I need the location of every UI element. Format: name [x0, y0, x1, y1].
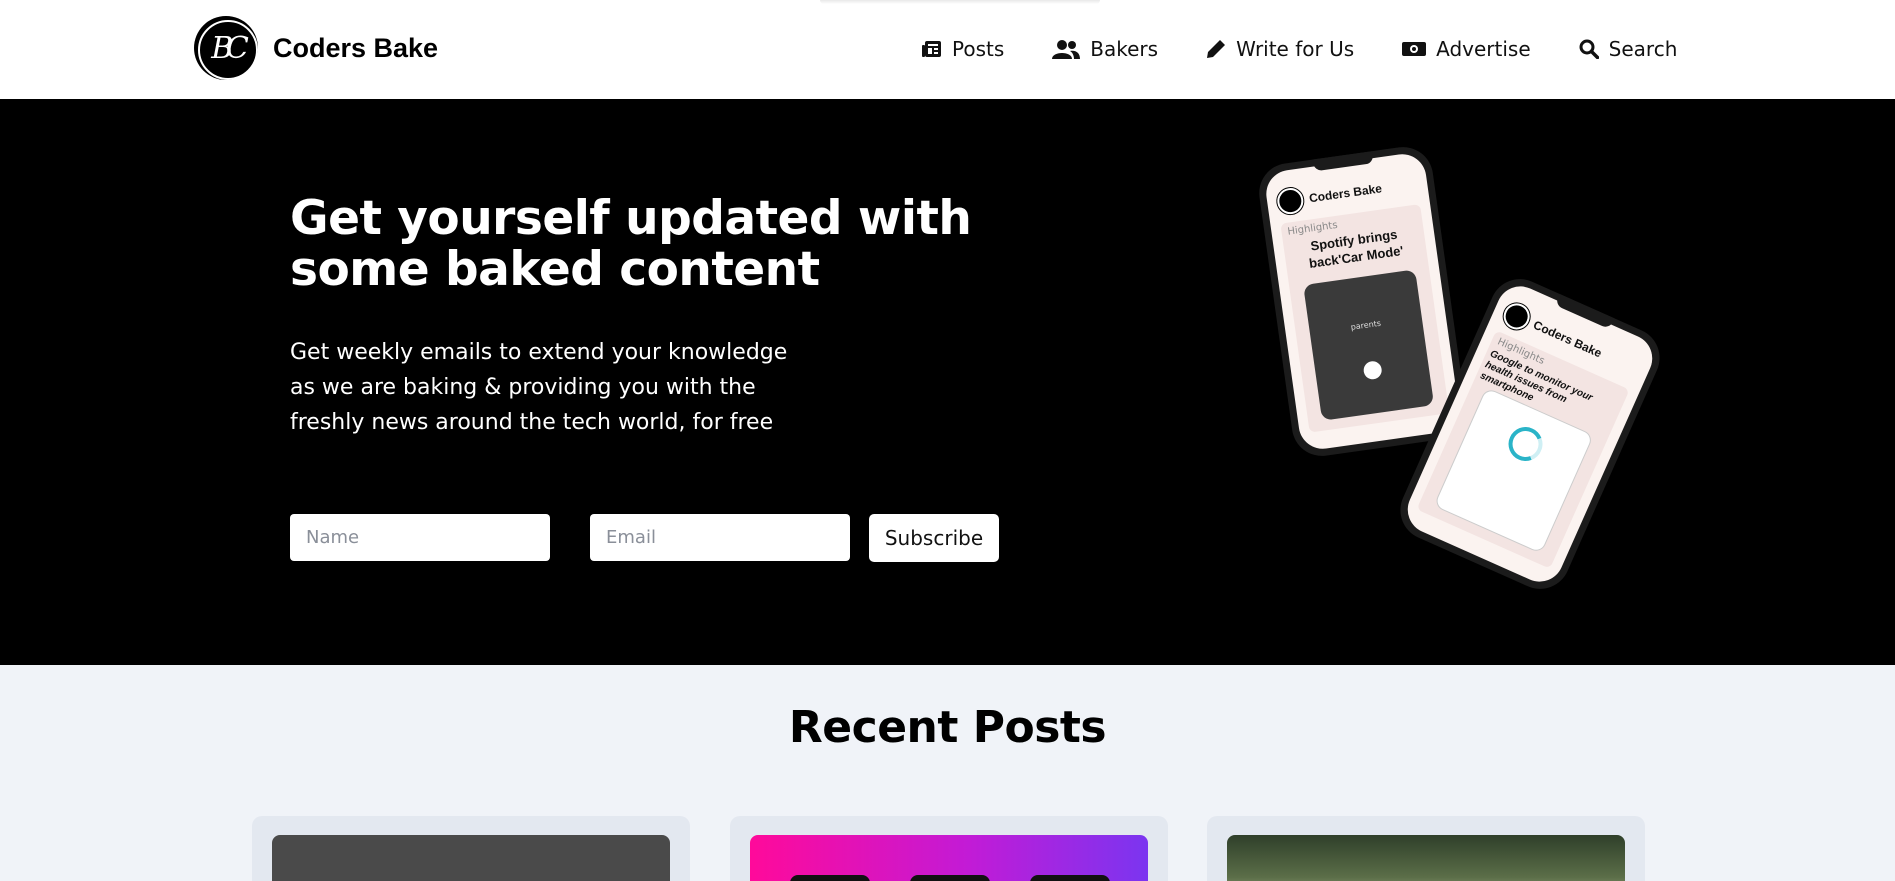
progress-ring-icon [1503, 421, 1548, 467]
nav-label: Bakers [1090, 37, 1159, 61]
newspaper-icon [922, 41, 941, 57]
phone-brand: Coders Bake [1274, 175, 1384, 217]
post-thumbnail [750, 835, 1148, 881]
main-nav: Posts Bakers Write for Us Advertise Sear… [922, 34, 1677, 64]
header-highlight [820, 0, 1100, 4]
money-bill-icon [1402, 42, 1427, 56]
nav-label: Posts [952, 37, 1005, 61]
post-card[interactable] [730, 816, 1168, 881]
thumbnail-phone-image [790, 875, 870, 881]
phone-logo-icon [1498, 297, 1536, 335]
phone-brand-text: Coders Bake [1308, 181, 1383, 206]
nav-posts[interactable]: Posts [922, 34, 1004, 64]
hero-section: Get yourself updated with some baked con… [0, 99, 1895, 665]
nav-label: Search [1608, 37, 1678, 61]
logo-link[interactable]: BC Coders Bake [194, 16, 438, 80]
post-thumbnail [272, 835, 670, 881]
brand-name: Coders Bake [273, 32, 439, 63]
users-icon [1052, 40, 1081, 59]
phone-logo-icon [1274, 185, 1307, 217]
phone-highlight-card: Highlights Spotify brings back'Car Mode'… [1280, 204, 1450, 433]
pencil-icon [1207, 40, 1226, 58]
phone-screen: Coders Bake Highlights Spotify brings ba… [1263, 151, 1462, 452]
post-card[interactable] [252, 816, 690, 881]
recent-posts-heading: Recent Posts [788, 702, 1107, 753]
phone-mockup-spotify: Coders Bake Highlights Spotify brings ba… [1255, 143, 1470, 460]
name-input[interactable] [290, 514, 550, 561]
hero-title: Get yourself updated with some baked con… [290, 191, 972, 297]
post-card[interactable] [1207, 816, 1645, 881]
search-icon [1579, 39, 1599, 59]
subscribe-button[interactable]: Subscribe [869, 514, 999, 562]
thumbnail-phone-image [910, 875, 990, 881]
phone-track-title: parents [1350, 318, 1382, 332]
nav-bakers[interactable]: Bakers [1052, 34, 1158, 64]
hero-subtitle: Get weekly emails to extend your knowled… [290, 340, 788, 435]
logo-icon: BC [194, 16, 258, 80]
thumbnail-phone-image [1030, 875, 1110, 881]
nav-label: Advertise [1436, 37, 1531, 61]
play-icon [1361, 360, 1383, 381]
nav-write-for-us[interactable]: Write for Us [1206, 34, 1354, 64]
nav-label: Write for Us [1236, 37, 1355, 61]
post-thumbnail [1227, 835, 1625, 881]
logo-monogram: BC [211, 30, 249, 66]
site-header: BC Coders Bake Posts Bakers Write for Us… [0, 0, 1895, 99]
nav-search[interactable]: Search [1579, 34, 1678, 64]
nav-advertise[interactable]: Advertise [1402, 34, 1531, 64]
email-input[interactable] [590, 514, 850, 561]
phone-player-screenshot: parents [1303, 269, 1435, 421]
